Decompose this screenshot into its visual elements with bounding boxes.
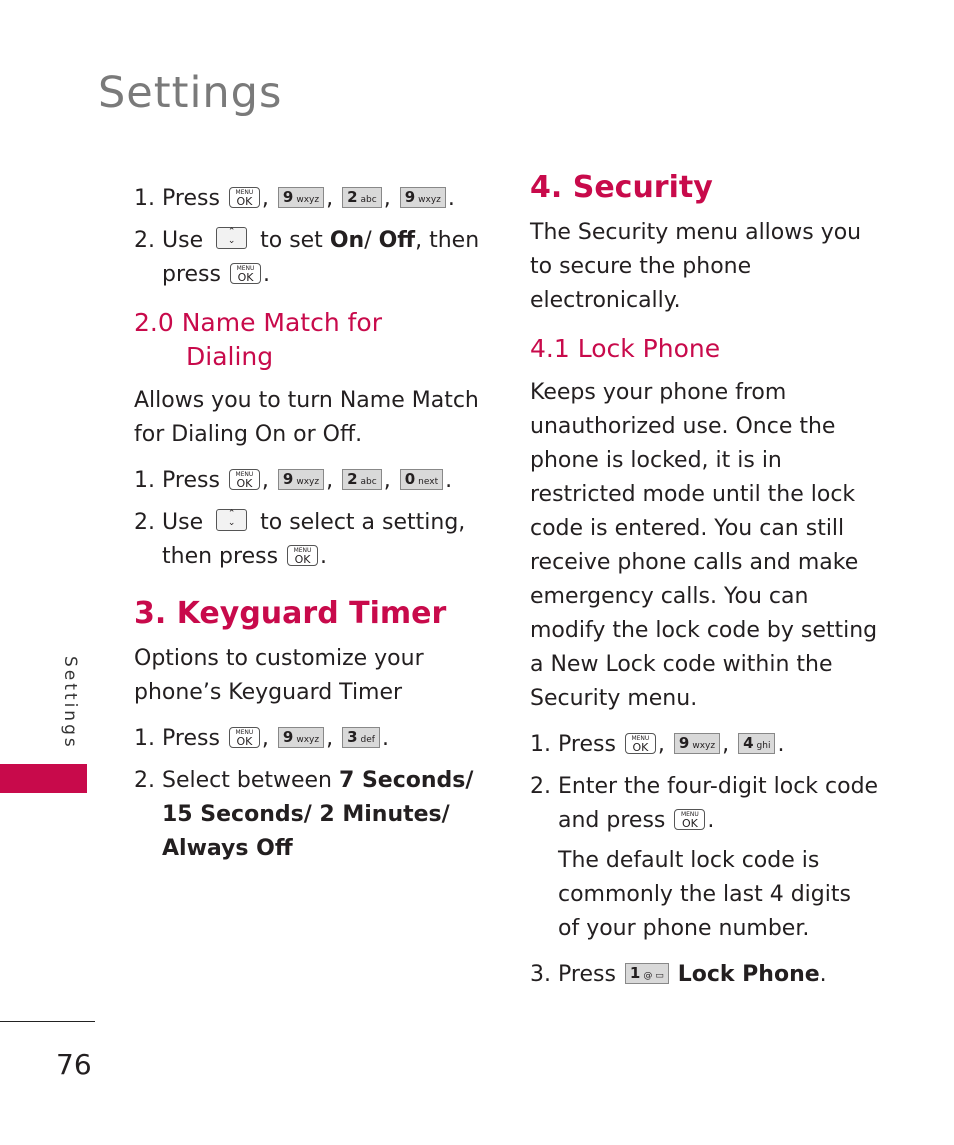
menu-ok-key-icon: MENU OK [624, 732, 656, 754]
menu-ok-key-icon: MENU OK [674, 808, 706, 830]
side-section-label: Settings [60, 656, 80, 750]
section-4-1-step-1: 1. Press MENU OK, 9 wxyz, 4 ghi. [530, 732, 785, 757]
section-4-1-step-2: 2. Enter the four-digit lock code and pr… [530, 774, 879, 833]
key-2-icon: 2 abc [342, 468, 382, 490]
key-3-icon: 3 def [342, 726, 380, 748]
intro-step-2: 2. Use ⌃ ⌄ to set On/ Off, then press MEN… [134, 227, 480, 287]
page-title: Settings [98, 68, 283, 118]
menu-ok-key-icon: MENU OK [287, 544, 319, 566]
key-0-icon: 0 next [399, 468, 444, 490]
section-3-description: Options to customize your phone’s Keygua… [134, 646, 424, 705]
section-4-1-heading: 4.1 Lock Phone [530, 334, 721, 363]
side-section-tab [0, 764, 87, 793]
key-1-icon: 1 @ ▭ [624, 962, 669, 984]
menu-ok-key-icon: MENU OK [228, 186, 260, 208]
section-2-0-heading: 2.0 Name Match for Dialing [134, 308, 383, 371]
menu-ok-key-icon: MENU OK [228, 468, 260, 490]
key-9-icon: 9 wxyz [277, 726, 325, 748]
footer-rule [0, 1021, 95, 1022]
section-4-1-step-3: 3. Press 1 @ ▭ Lock Phone. [530, 962, 827, 987]
page-number: 76 [56, 1048, 92, 1081]
key-9-icon: 9 wxyz [277, 186, 325, 208]
section-4-heading: 4. Security [530, 170, 713, 205]
section-3-step-1: 1. Press MENU OK, 9 wxyz, 3 def. [134, 726, 389, 751]
left-column: 1. Press MENU OK, 9 wxyz, 2 abc, 9 wxyz. 2. … [134, 182, 494, 866]
default-lock-code-note: The default lock code is commonly the la… [558, 848, 851, 941]
nav-key-icon: ⌃ ⌄ [216, 509, 248, 531]
section-2-0-step-2: 2. Use ⌃ ⌄ to select a setting, then pres… [134, 509, 466, 569]
right-column: 4. Security The Security menu allows you… [530, 168, 890, 992]
section-2-0-description: Allows you to turn Name Match for Dialin… [134, 388, 479, 447]
key-4-icon: 4 ghi [738, 732, 776, 754]
key-9-icon: 9 wxyz [399, 186, 446, 208]
section-3-step-2: 2. Select between 7 Seconds/ 15 Seconds/… [134, 768, 474, 861]
section-2-0-step-1: 1. Press MENU OK, 9 wxyz, 2 abc, 0 next. [134, 468, 453, 493]
menu-ok-key-icon: MENU OK [230, 262, 261, 284]
key-2-icon: 2 abc [342, 186, 382, 208]
section-4-1-description: Keeps your phone from unauthorized use. … [530, 380, 878, 711]
menu-ok-key-icon: MENU OK [228, 726, 260, 748]
nav-key-icon: ⌃ ⌄ [216, 227, 248, 249]
intro-step-1: 1. Press MENU OK, 9 wxyz, 2 abc, 9 wxyz. [134, 186, 455, 211]
section-3-heading: 3. Keyguard Timer [134, 596, 447, 631]
key-9-icon: 9 wxyz [277, 468, 325, 490]
key-9-icon: 9 wxyz [673, 732, 721, 754]
section-4-description: The Security menu allows you to secure t… [530, 220, 862, 313]
